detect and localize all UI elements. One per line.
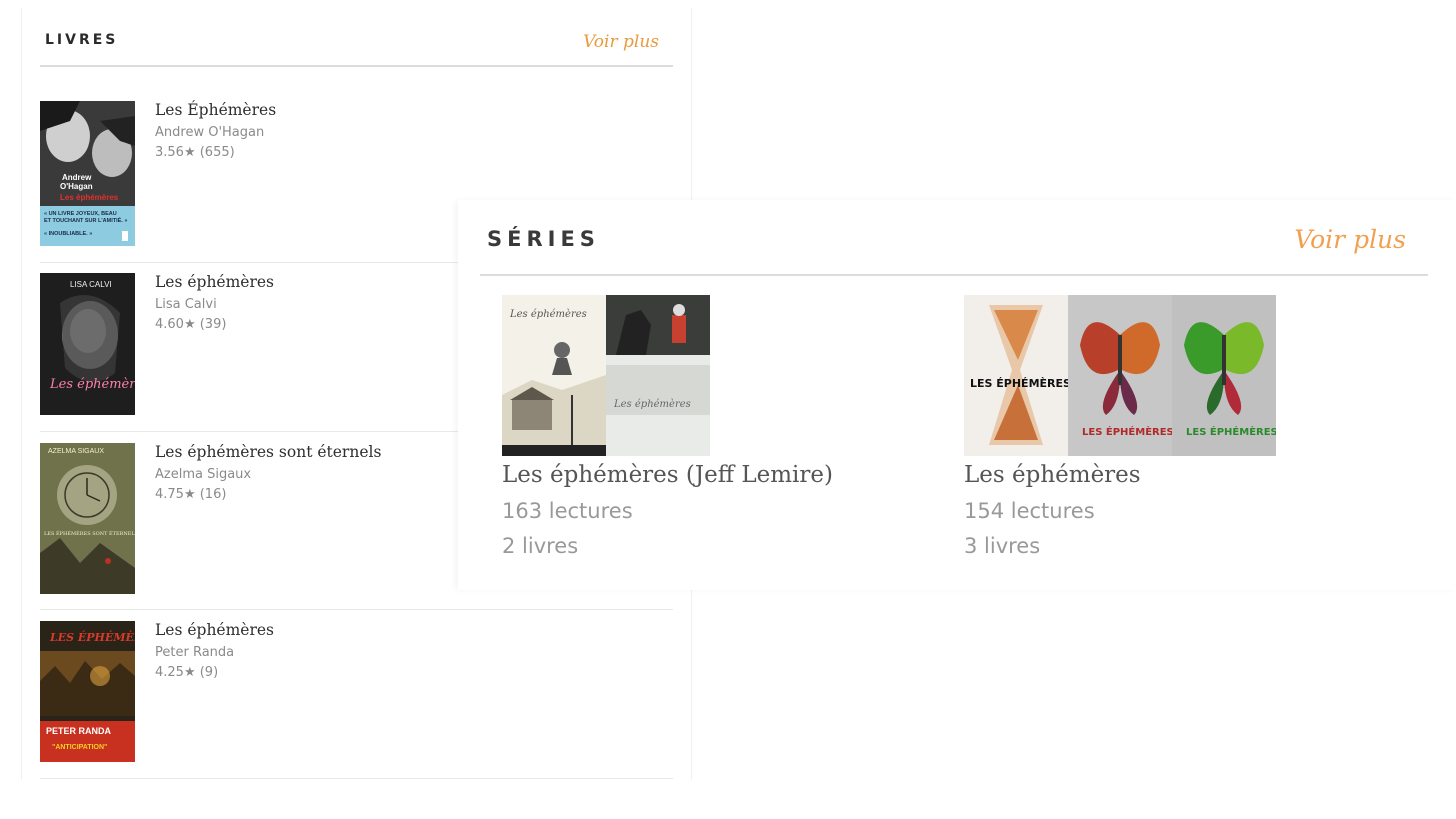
book-title[interactable]: Les éphémères <box>155 273 274 291</box>
book-author[interactable]: Peter Randa <box>155 645 274 660</box>
book-info: Les éphémères sont éternels Azelma Sigau… <box>155 443 381 502</box>
book-info: Les Éphémères Andrew O'Hagan 3.56★ (655) <box>155 101 276 160</box>
books-section-header: LIVRES Voir plus <box>40 8 673 67</box>
books-see-more-link[interactable]: Voir plus <box>583 32 659 52</box>
series-panel: SÉRIES Voir plus Les éphémères Les éphém… <box>458 200 1456 590</box>
svg-text:LES ÉPHÉMÈRES: LES ÉPHÉMÈRES <box>1186 425 1276 438</box>
svg-text:"ANTICIPATION": "ANTICIPATION" <box>52 744 107 751</box>
book-info: Les éphémères Peter Randa 4.25★ (9) <box>155 621 274 680</box>
book-cover-image[interactable]: Andrew O'Hagan Les éphémères « UN LIVRE … <box>40 101 135 246</box>
series-name[interactable]: Les éphémères (Jeff Lemire) <box>502 462 833 488</box>
book-cover-image[interactable]: AZELMA SIGAUX LES ÉPHÉMÈRES SONT ÉTERNEL… <box>40 443 135 594</box>
svg-text:« UN LIVRE JOYEUX, BEAU: « UN LIVRE JOYEUX, BEAU <box>44 211 117 217</box>
book-author[interactable]: Azelma Sigaux <box>155 467 381 482</box>
series-card[interactable]: LES ÉPHÉMÈRES LES ÉPHÉMÈRES LES ÉPHÉMÈRE… <box>964 295 1276 558</box>
book-author[interactable]: Andrew O'Hagan <box>155 125 276 140</box>
series-cover-image[interactable]: Les éphémères <box>606 295 710 456</box>
series-covers[interactable]: LES ÉPHÉMÈRES LES ÉPHÉMÈRES LES ÉPHÉMÈRE… <box>964 295 1276 456</box>
series-section-header: SÉRIES Voir plus <box>480 200 1428 276</box>
book-row[interactable]: LES ÉPHÉMÈRES PETER RANDA "ANTICIPATION"… <box>40 621 673 779</box>
series-see-more-link[interactable]: Voir plus <box>1294 225 1406 254</box>
books-section-title: LIVRES <box>45 32 119 48</box>
book-title[interactable]: Les éphémères sont éternels <box>155 443 381 461</box>
svg-text:Les éphémères: Les éphémères <box>509 309 587 320</box>
svg-text:Andrew: Andrew <box>62 173 92 182</box>
series-reads-count: 154 lectures <box>964 499 1095 523</box>
svg-text:LES ÉPHÉMÈRES SONT ÉTERNELS: LES ÉPHÉMÈRES SONT ÉTERNELS <box>44 529 135 537</box>
series-card[interactable]: Les éphémères Les éphémères Les éphémère… <box>502 295 833 558</box>
series-reads-count: 163 lectures <box>502 499 633 523</box>
svg-text:LES ÉPHÉMÈRES: LES ÉPHÉMÈRES <box>49 630 135 644</box>
svg-text:PETER RANDA: PETER RANDA <box>46 726 112 736</box>
svg-text:LISA CALVI: LISA CALVI <box>70 280 112 289</box>
series-cover-image[interactable]: LES ÉPHÉMÈRES <box>1068 295 1172 456</box>
book-info: Les éphémères Lisa Calvi 4.60★ (39) <box>155 273 274 332</box>
book-cover-image[interactable]: LISA CALVI Les éphémères <box>40 273 135 415</box>
series-cover-image[interactable]: LES ÉPHÉMÈRES <box>964 295 1068 456</box>
series-books-count: 3 livres <box>964 534 1041 558</box>
svg-text:« INOUBLIABLE. »: « INOUBLIABLE. » <box>44 231 92 237</box>
book-author[interactable]: Lisa Calvi <box>155 297 274 312</box>
svg-text:Les éphémères: Les éphémères <box>60 193 119 202</box>
svg-text:Les éphémères: Les éphémères <box>613 399 691 410</box>
svg-text:LES ÉPHÉMÈRES: LES ÉPHÉMÈRES <box>970 377 1068 390</box>
series-section-title: SÉRIES <box>487 227 600 251</box>
book-cover-image[interactable]: LES ÉPHÉMÈRES PETER RANDA "ANTICIPATION" <box>40 621 135 762</box>
book-rating: 3.56★ (655) <box>155 145 235 160</box>
book-rating: 4.25★ (9) <box>155 665 219 680</box>
svg-text:Les éphémères: Les éphémères <box>49 377 135 392</box>
series-cover-image[interactable]: LES ÉPHÉMÈRES <box>1172 295 1276 456</box>
book-title[interactable]: Les éphémères <box>155 621 274 639</box>
series-cover-image[interactable]: Les éphémères <box>502 295 606 456</box>
book-title[interactable]: Les Éphémères <box>155 101 276 119</box>
book-rating: 4.75★ (16) <box>155 487 227 502</box>
book-rating: 4.60★ (39) <box>155 317 227 332</box>
series-covers[interactable]: Les éphémères Les éphémères <box>502 295 833 456</box>
series-name[interactable]: Les éphémères <box>964 462 1276 488</box>
series-books-count: 2 livres <box>502 534 579 558</box>
svg-text:O'Hagan: O'Hagan <box>60 182 93 191</box>
svg-text:ET TOUCHANT SUR L'AMITIÉ. »: ET TOUCHANT SUR L'AMITIÉ. » <box>44 216 127 224</box>
svg-text:AZELMA SIGAUX: AZELMA SIGAUX <box>48 448 104 455</box>
svg-text:LES ÉPHÉMÈRES: LES ÉPHÉMÈRES <box>1082 425 1172 438</box>
